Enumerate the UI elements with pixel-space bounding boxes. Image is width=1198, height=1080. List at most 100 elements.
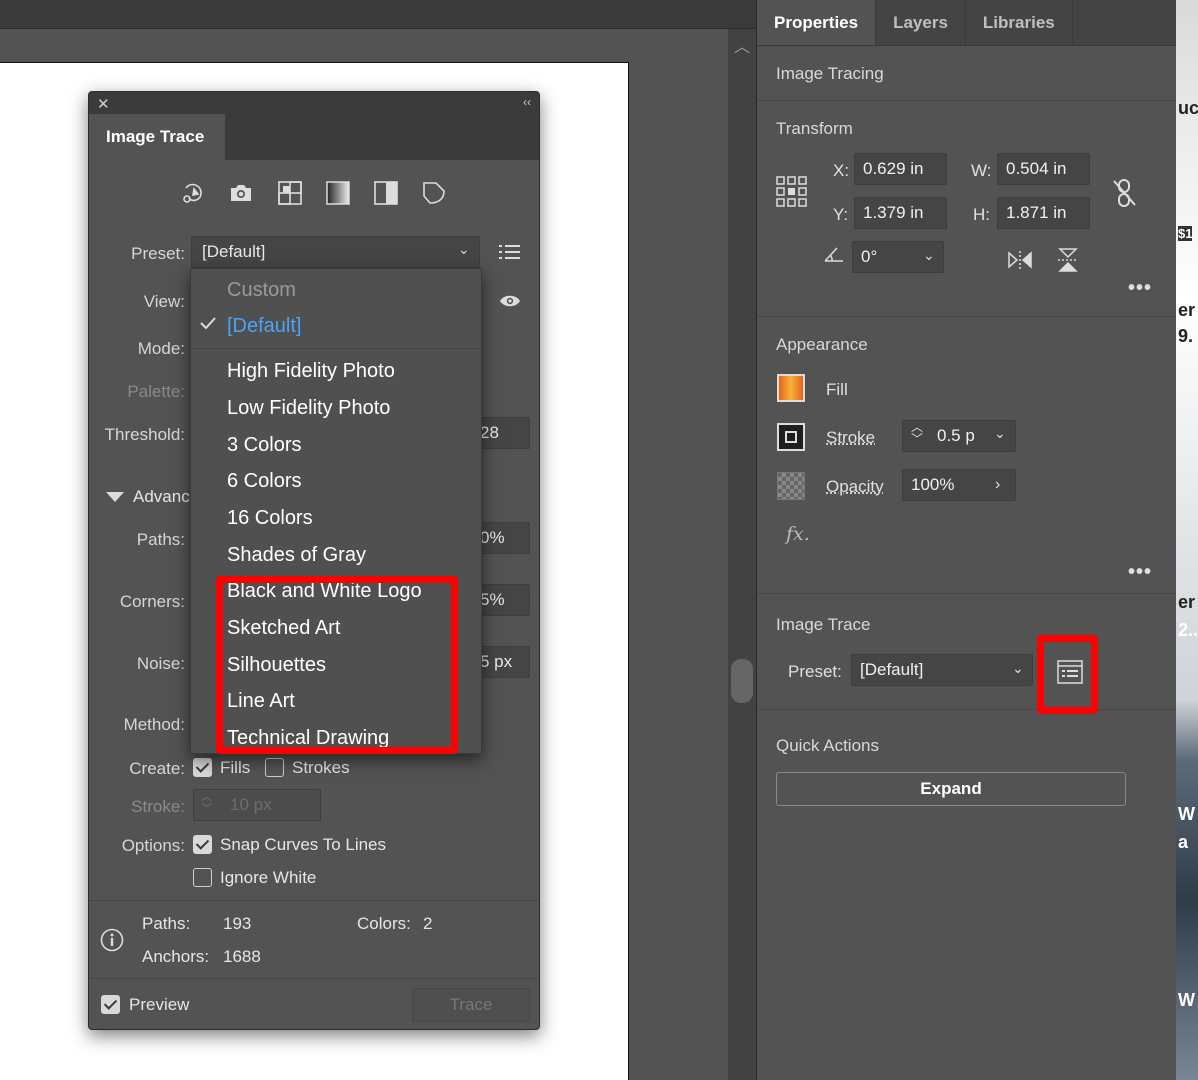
menu-item-shades-of-gray[interactable]: Shades of Gray [227,544,366,567]
stats-colors-value: 2 [423,914,433,933]
stroke-stepper-icon[interactable]: ︿ ﹀ [911,421,923,445]
view-label: View: [143,292,185,311]
stats-paths-label: Paths: [142,914,191,933]
trace-button[interactable]: Trace [412,988,530,1022]
opacity-label[interactable]: Opacity [826,477,884,497]
stroke-swatch[interactable] [777,423,805,451]
ignore-white-checkbox[interactable] [193,868,212,887]
expand-button[interactable]: Expand [776,772,1126,806]
divider [89,900,539,901]
divider [89,978,539,979]
black-and-white-icon[interactable] [373,180,399,206]
h-field[interactable]: 1.871 in [997,197,1090,229]
threshold-label: Threshold: [104,425,185,444]
mode-label: Mode: [137,339,185,358]
strokes-label: Strokes [292,758,350,777]
flip-vertical-icon[interactable] [1057,247,1079,273]
highlight-box [216,576,458,754]
ignore-white-label: Ignore White [220,868,317,887]
chevron-down-icon[interactable]: ⌄ [923,247,935,264]
dialog-title: Image Trace [89,114,225,160]
stroke-stepper-icon[interactable]: ︿ ﹀ [201,791,212,815]
w-field[interactable]: 0.504 in [997,153,1090,185]
transform-section: Transform X: 0.629 in W: 0.504 in Y: 1.3… [757,101,1177,317]
strip-text: a [1178,832,1189,852]
strokes-checkbox[interactable] [265,758,284,777]
tab-properties[interactable]: Properties [757,0,877,45]
eye-icon[interactable] [499,294,521,308]
transform-title: Transform [776,119,853,138]
gradient-grayscale-icon[interactable] [325,180,351,206]
preview-checkbox[interactable] [101,995,120,1014]
menu-item-custom: Custom [227,279,296,301]
noise-label: Noise: [136,654,185,673]
x-field[interactable]: 0.629 in [854,153,947,185]
advanced-label[interactable]: Advanc [133,487,190,507]
strip-text: uc [1178,98,1198,118]
camera-icon[interactable] [228,180,254,206]
fill-swatch[interactable] [777,374,805,402]
flip-horizontal-icon[interactable] [1007,250,1033,270]
strip-text: $1 [1178,226,1193,241]
stats-paths-value: 193 [223,914,252,933]
menu-item-low-fidelity-photo[interactable]: Low Fidelity Photo [227,397,390,420]
strip-text: W [1178,990,1195,1010]
strip-text: 2.. [1178,620,1198,640]
tab-libraries[interactable]: Libraries [966,0,1073,45]
fills-label: Fills [220,758,251,777]
stroke-label[interactable]: Stroke [826,428,875,448]
image-trace-title: Image Trace [776,615,871,634]
collapse-icon[interactable]: ‹‹ [523,95,531,109]
menu-item-6-colors[interactable]: 6 Colors [227,470,301,493]
fills-checkbox[interactable] [193,758,212,777]
tab-layers[interactable]: Layers [876,0,966,45]
image-trace-panel-icon[interactable] [1057,660,1083,684]
preset-chevron-down-icon[interactable]: ⌄ [1012,660,1024,677]
create-label: Create: [129,759,185,778]
h-label: H: [973,205,990,224]
opacity-chevron-right-icon[interactable]: › [995,476,1000,494]
strip-text: er [1178,592,1196,612]
menu-item-16-colors[interactable]: 16 Colors [227,507,313,530]
preview-label: Preview [129,995,190,1014]
scrollbar-thumb[interactable] [731,659,753,703]
constrain-proportions-icon[interactable] [1111,177,1139,209]
reference-point-icon[interactable] [776,176,808,208]
snap-curves-checkbox[interactable] [193,835,212,854]
preset-label: Preset: [131,244,185,263]
preset-label: Preset: [788,662,842,681]
dialog-preset-chevron-icon[interactable]: ⌄ [458,241,470,258]
disclosure-triangle-icon[interactable] [106,492,124,502]
x-label: X: [833,161,850,180]
more-options-icon[interactable]: ••• [1128,277,1152,300]
y-field[interactable]: 1.379 in [854,197,947,229]
outline-icon[interactable] [421,180,447,206]
menu-item-high-fidelity-photo[interactable]: High Fidelity Photo [227,360,395,383]
appearance-more-icon[interactable]: ••• [1128,561,1152,584]
document-tab-bar [0,0,756,29]
auto-color-icon[interactable] [180,180,206,206]
stats-anchors-label: Anchors: [142,947,210,966]
rotate-angle-icon [824,247,843,262]
menu-item-3-colors[interactable]: 3 Colors [227,434,301,457]
dialog-preset-select[interactable]: [Default] [191,236,480,268]
preset-select[interactable]: [Default] [851,654,1033,686]
effects-icon[interactable]: fx. [786,523,810,545]
grayscale-grid-icon[interactable] [277,180,303,206]
menu-item-default[interactable]: [Default] [227,315,301,338]
stats-colors-label: Colors: [357,914,411,933]
opacity-icon [777,472,805,500]
quick-actions-title: Quick Actions [776,736,879,755]
stroke-chevron-down-icon[interactable]: ⌄ [994,425,1006,442]
vertical-scrollbar[interactable]: ︿ [728,29,756,1080]
checkmark-icon [200,316,216,330]
scroll-up-icon[interactable]: ︿ [734,33,750,57]
paths-label: Paths: [136,530,185,549]
close-icon[interactable]: ✕ [97,95,110,113]
object-type-label: Image Tracing [776,64,884,83]
method-label: Method: [123,715,185,734]
info-icon [100,928,124,952]
preset-menu-icon[interactable] [499,244,521,260]
stroke-field[interactable]: 10 px [193,789,321,821]
w-label: W: [971,161,992,180]
